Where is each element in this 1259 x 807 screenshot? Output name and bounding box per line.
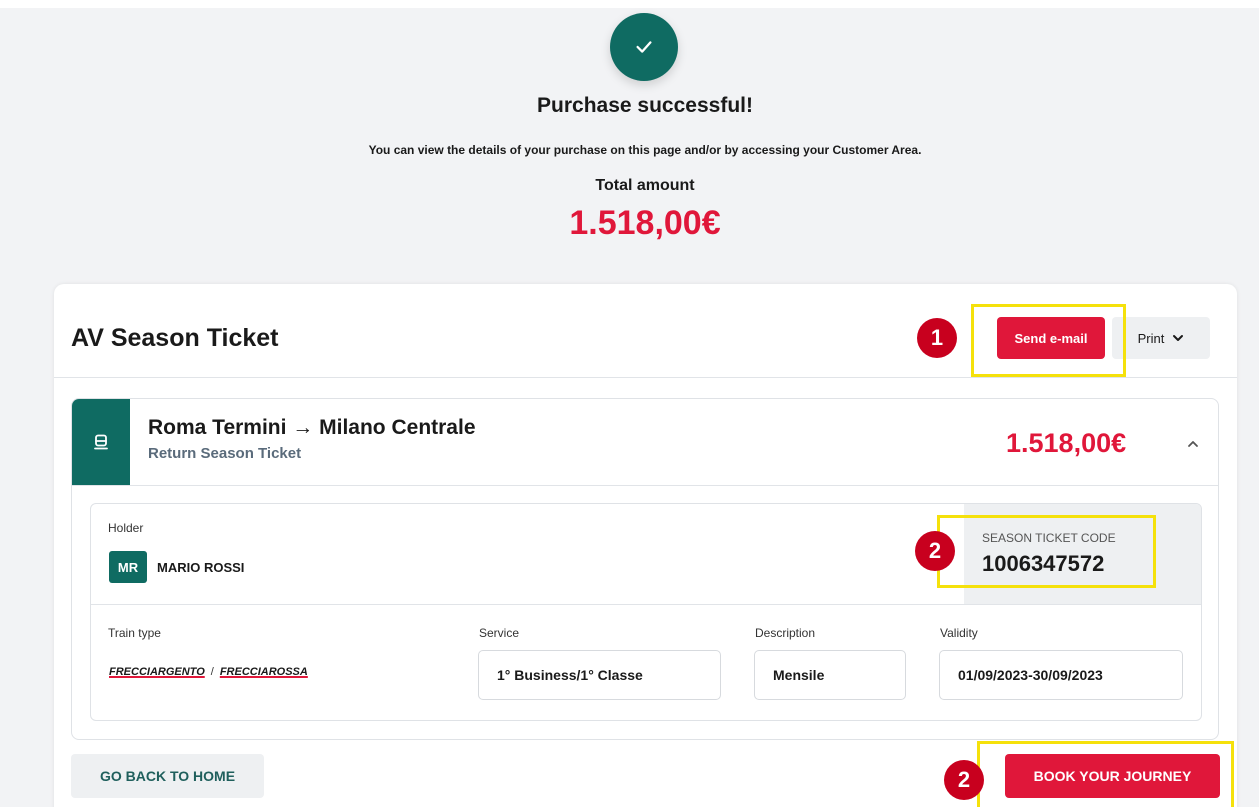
validity-field: 01/09/2023-30/09/2023 bbox=[939, 650, 1183, 700]
annotation-marker-2-code: 2 bbox=[915, 531, 955, 571]
go-back-home-button[interactable]: GO BACK TO HOME bbox=[71, 754, 264, 798]
holder-avatar: MR bbox=[109, 551, 147, 583]
train-type-separator: / bbox=[210, 666, 214, 678]
annotation-marker-1: 1 bbox=[917, 318, 957, 358]
highlight-season-ticket-code bbox=[937, 515, 1156, 588]
journey-price: 1.518,00€ bbox=[1006, 428, 1127, 458]
success-check-icon bbox=[610, 13, 678, 81]
page-subtitle: You can view the details of your purchas… bbox=[368, 143, 922, 157]
highlight-book-journey bbox=[977, 741, 1234, 807]
total-amount-label: Total amount bbox=[595, 177, 695, 194]
top-strip bbox=[0, 0, 1259, 8]
frecciargento-logo: FRECCIARGENTO bbox=[109, 666, 205, 678]
journey-ticket-type: Return Season Ticket bbox=[148, 445, 302, 462]
frecciarossa-logo: FRECCIAROSSA bbox=[219, 666, 308, 678]
journey-divider bbox=[72, 485, 1218, 486]
description-field: Mensile bbox=[754, 650, 906, 700]
highlight-send-email bbox=[971, 304, 1126, 377]
ticket-card-title: AV Season Ticket bbox=[71, 324, 279, 352]
service-field: 1° Business/1° Classe bbox=[478, 650, 721, 700]
train-type-logos: FRECCIARGENTO / FRECCIAROSSA bbox=[109, 666, 308, 678]
chevron-up-icon[interactable] bbox=[1186, 437, 1200, 451]
print-dropdown-button[interactable]: Print bbox=[1112, 317, 1210, 359]
service-label: Service bbox=[479, 626, 520, 640]
description-label: Description bbox=[755, 626, 816, 640]
card-divider bbox=[54, 377, 1237, 378]
annotation-marker-2-book: 2 bbox=[944, 760, 984, 800]
validity-label: Validity bbox=[940, 626, 978, 640]
page-title: Purchase successful! bbox=[537, 94, 753, 117]
journey-route: Roma Termini → Milano Centrale bbox=[148, 416, 476, 439]
details-divider bbox=[91, 604, 1201, 605]
holder-label: Holder bbox=[108, 521, 144, 535]
print-label: Print bbox=[1137, 330, 1165, 346]
total-amount-value: 1.518,00€ bbox=[569, 204, 721, 242]
train-type-label: Train type bbox=[108, 626, 161, 640]
chevron-down-icon bbox=[1173, 335, 1184, 341]
holder-name: MARIO ROSSI bbox=[157, 560, 245, 575]
train-icon bbox=[72, 399, 130, 485]
